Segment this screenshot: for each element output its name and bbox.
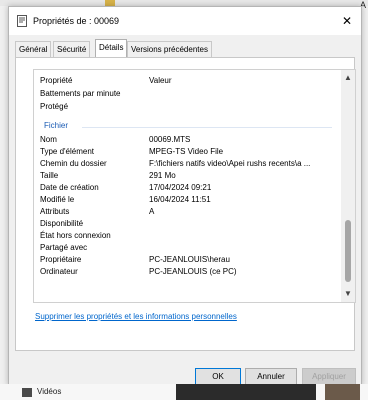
property-value: 16/04/2024 11:51 (149, 195, 211, 204)
list-item[interactable]: Chemin du dossier F:\fichiers natifs vid… (34, 158, 334, 170)
document-properties-icon (17, 15, 27, 27)
scrollbar-thumb[interactable] (345, 220, 351, 282)
property-name: Chemin du dossier (40, 159, 107, 168)
property-name: Modifié le (40, 195, 75, 204)
ok-button[interactable]: OK (195, 368, 241, 385)
list-item[interactable]: Propriétaire PC-JEANLOUIS\herau (34, 254, 334, 266)
list-item[interactable]: Modifié le 16/04/2024 11:51 (34, 194, 334, 206)
list-item[interactable]: Taille 291 Mo (34, 170, 334, 182)
property-name: Battements par minute (40, 89, 121, 98)
close-icon[interactable]: ✕ (339, 13, 355, 29)
property-value: PC-JEANLOUIS\herau (149, 255, 230, 264)
list-header: Propriété Valeur (34, 75, 334, 87)
section-divider (82, 127, 332, 128)
tab-versions-precedentes[interactable]: Versions précédentes (127, 41, 212, 57)
sidebar-item-videos[interactable]: Vidéos (37, 387, 61, 396)
property-value: F:\fichiers natifs video\Apei rushs rece… (149, 159, 311, 168)
chevron-down-icon[interactable]: ▼ (341, 288, 355, 300)
list-item[interactable]: Disponibilité (34, 218, 334, 230)
property-name: Attributs (40, 207, 70, 216)
list-item[interactable]: Battements par minute (34, 88, 334, 100)
list-item[interactable]: Date de création 17/04/2024 09:21 (34, 182, 334, 194)
property-value: PC-JEANLOUIS (ce PC) (149, 267, 237, 276)
list-item[interactable]: Attributs A (34, 206, 334, 218)
list-item[interactable]: Partagé avec (34, 242, 334, 254)
list-item[interactable]: Type d'élément MPEG-TS Video File (34, 146, 334, 158)
list-item[interactable]: Ordinateur PC-JEANLOUIS (ce PC) (34, 266, 334, 278)
property-value: 00069.MTS (149, 135, 191, 144)
column-header-value[interactable]: Valeur (149, 75, 172, 87)
video-thumbnail (176, 384, 316, 400)
property-value: A (149, 207, 155, 216)
vertical-scrollbar[interactable]: ▲ ▼ (341, 70, 355, 302)
tab-general[interactable]: Général (15, 41, 52, 57)
property-name: Type d'élément (40, 147, 95, 156)
video-folder-icon (22, 388, 32, 397)
section-header-fichier: Fichier (44, 121, 69, 130)
remove-properties-link[interactable]: Supprimer les propriétés et les informat… (35, 312, 237, 321)
tab-details[interactable]: Détails (95, 39, 128, 58)
tab-securite[interactable]: Sécurité (53, 41, 91, 57)
property-name: État hors connexion (40, 231, 111, 240)
property-name: Propriétaire (40, 255, 82, 264)
property-value: 291 Mo (149, 171, 176, 180)
property-name: Nom (40, 135, 57, 144)
property-value: 17/04/2024 09:21 (149, 183, 212, 192)
apply-button[interactable]: Appliquer (302, 368, 356, 385)
chevron-up-icon[interactable]: ▲ (341, 72, 355, 84)
properties-dialog: Propriétés de : 00069 ✕ Général Sécurité… (8, 6, 362, 386)
details-panel: Propriété Valeur Battements par minute P… (15, 57, 356, 351)
column-header-property[interactable]: Propriété (40, 75, 72, 87)
video-thumbnail (325, 384, 360, 400)
properties-list[interactable]: Propriété Valeur Battements par minute P… (33, 69, 356, 303)
cancel-button[interactable]: Annuler (245, 368, 297, 385)
property-name: Date de création (40, 183, 99, 192)
property-name: Taille (40, 171, 59, 180)
list-item[interactable]: Protégé (34, 101, 334, 113)
list-item[interactable]: État hors connexion (34, 230, 334, 242)
property-name: Disponibilité (40, 219, 84, 228)
property-name: Protégé (40, 102, 69, 111)
list-item[interactable]: Nom 00069.MTS (34, 134, 334, 146)
property-value: MPEG-TS Video File (149, 147, 224, 156)
title-bar: Propriétés de : 00069 ✕ (9, 7, 361, 35)
property-name: Partagé avec (40, 243, 88, 252)
property-name: Ordinateur (40, 267, 78, 276)
window-title: Propriétés de : 00069 (33, 16, 120, 26)
